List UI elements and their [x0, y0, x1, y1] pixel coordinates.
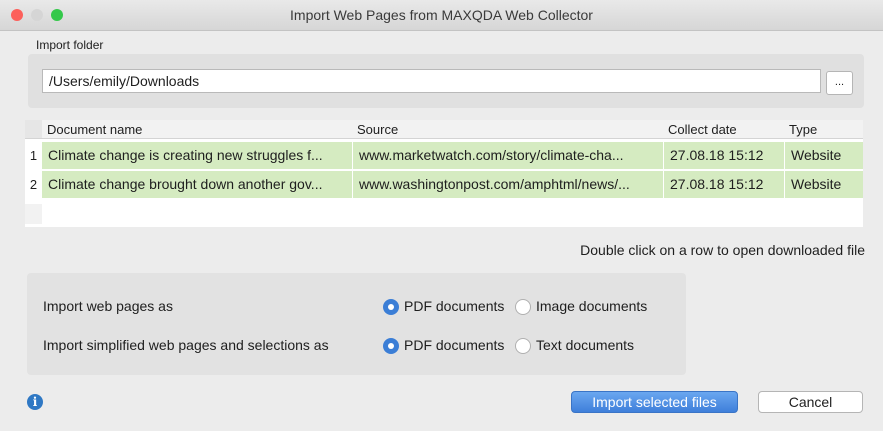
import-options-group	[27, 273, 686, 375]
type-cell[interactable]: Website	[785, 142, 863, 169]
table-row[interactable]: 1 Climate change is creating new struggl…	[25, 142, 863, 170]
type-cell[interactable]: Website	[785, 171, 863, 198]
document-name-cell[interactable]: Climate change brought down another gov.…	[42, 171, 353, 198]
import-simplified-label: Import simplified web pages and selectio…	[43, 337, 329, 353]
folder-path-input[interactable]: /Users/emily/Downloads	[42, 69, 821, 93]
row-number: 1	[25, 142, 42, 170]
documents-table: Document name Source Collect date Type 1…	[25, 120, 863, 227]
column-header-source[interactable]: Source	[357, 122, 398, 137]
source-cell[interactable]: www.washingtonpost.com/amphtml/news/...	[353, 171, 664, 198]
web-pages-image-label[interactable]: Image documents	[536, 298, 647, 314]
select-all-corner[interactable]	[25, 120, 42, 138]
empty-row-header	[25, 204, 42, 224]
column-header-collect-date[interactable]: Collect date	[668, 122, 737, 137]
collect-date-cell[interactable]: 27.08.18 15:12	[664, 142, 785, 169]
document-name-cell[interactable]: Climate change is creating new struggles…	[42, 142, 353, 169]
web-pages-image-radio[interactable]	[515, 299, 531, 315]
collect-date-cell[interactable]: 27.08.18 15:12	[664, 171, 785, 198]
table-row[interactable]: 2 Climate change brought down another go…	[25, 171, 863, 199]
info-icon[interactable]: i	[27, 394, 43, 410]
simplified-text-label[interactable]: Text documents	[536, 337, 634, 353]
browse-button[interactable]: ...	[826, 71, 853, 95]
title-bar: Import Web Pages from MAXQDA Web Collect…	[0, 0, 883, 31]
import-folder-label: Import folder	[36, 38, 104, 52]
window-title: Import Web Pages from MAXQDA Web Collect…	[290, 7, 593, 23]
empty-row	[25, 204, 863, 224]
simplified-pdf-label[interactable]: PDF documents	[404, 337, 504, 353]
row-number: 2	[25, 171, 42, 199]
column-header-document-name[interactable]: Document name	[47, 122, 142, 137]
simplified-text-radio[interactable]	[515, 338, 531, 354]
table-header: Document name Source Collect date Type	[25, 120, 863, 139]
cancel-button[interactable]: Cancel	[758, 391, 863, 413]
simplified-pdf-radio[interactable]	[383, 338, 399, 354]
import-selected-files-button[interactable]: Import selected files	[571, 391, 738, 413]
source-cell[interactable]: www.marketwatch.com/story/climate-cha...	[353, 142, 664, 169]
web-pages-pdf-radio[interactable]	[383, 299, 399, 315]
web-pages-pdf-label[interactable]: PDF documents	[404, 298, 504, 314]
import-web-pages-label: Import web pages as	[43, 298, 173, 314]
column-header-type[interactable]: Type	[789, 122, 817, 137]
double-click-hint: Double click on a row to open downloaded…	[580, 242, 865, 258]
